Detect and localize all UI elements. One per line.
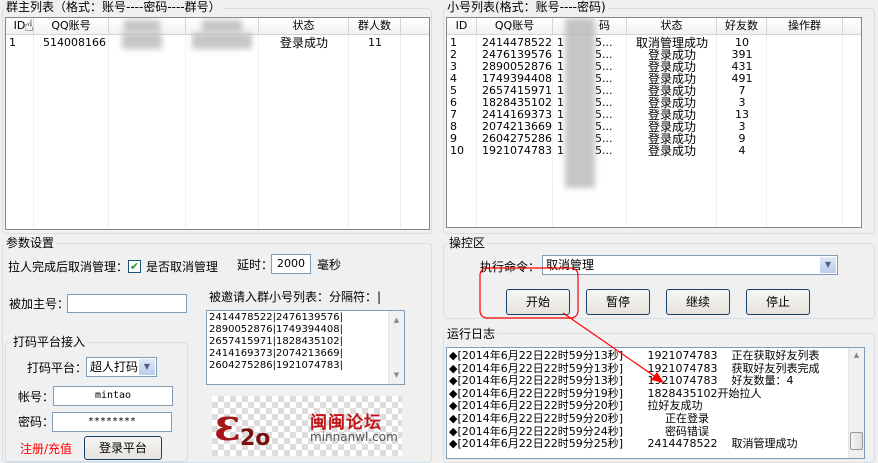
annotation-overlay: [479, 267, 664, 383]
annotation-highlight-box: [479, 267, 579, 319]
annotation-arrow-line: [562, 312, 661, 381]
annotation-arrow-head: [651, 372, 664, 383]
